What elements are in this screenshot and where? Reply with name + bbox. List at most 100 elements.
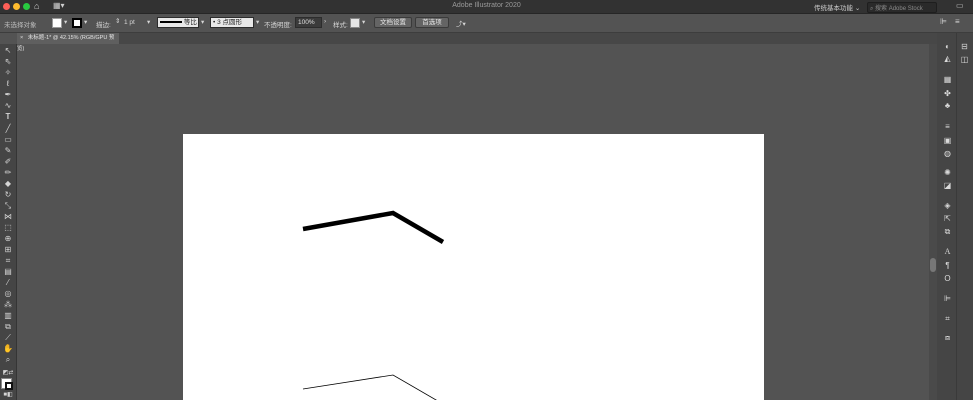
pathfinder-icon[interactable]: ⧈ — [942, 333, 953, 343]
transform-icon[interactable]: ⌗ — [942, 314, 953, 324]
default-colors-icon[interactable]: ◩⇄ — [2, 368, 14, 378]
chevron-down-icon[interactable]: ▾ — [362, 18, 365, 26]
title-bar: ⌂ ▦▾ Adobe Illustrator 2020 传统基本功能 ⌄ ⌕ 搜… — [0, 0, 973, 14]
pencil-icon[interactable]: ✏ — [2, 168, 14, 178]
chevron-down-icon[interactable]: ▾ — [256, 18, 259, 26]
opacity-label[interactable]: 不透明度: — [264, 19, 292, 29]
shape-builder-icon[interactable]: ⊕ — [2, 234, 14, 244]
brush-dot-icon: • — [213, 19, 216, 26]
workspace-label: 传统基本功能 — [814, 5, 853, 12]
graphic-styles-icon[interactable]: ◪ — [942, 181, 953, 191]
artboard-icon[interactable]: ⧉ — [2, 322, 14, 332]
panel-dock: ◐ ◭ ▦ ✤ ♣ ≡ ▣ ◍ ✺ ◪ ◈ ⇱ ⧉ A ¶ O ⊫ ⌗ ⧈ ⊟ … — [937, 33, 973, 400]
control-menu-icon[interactable]: ≡ — [955, 17, 960, 26]
rotate-icon[interactable]: ↻ — [2, 190, 14, 200]
thick-stroke-path[interactable] — [302, 210, 445, 244]
thin-stroke-path[interactable] — [302, 374, 443, 400]
blend-icon[interactable]: ◎ — [2, 289, 14, 299]
tools-panel: ↖ ⇖ ✧ ℓ ✒ ∿ T ╱ ▭ ✎ ✐ ✏ ◆ ↻ ⤡ ⋈ ⬚ ⊕ ⊞ ⌗ … — [0, 44, 17, 400]
properties-icon[interactable]: ⊟ — [959, 42, 970, 52]
symbols-icon[interactable]: ♣ — [942, 101, 953, 111]
style-label: 样式: — [333, 22, 348, 29]
perspective-icon[interactable]: ⊞ — [2, 245, 14, 255]
character-icon[interactable]: A — [942, 247, 953, 257]
stroke-swatch[interactable] — [72, 18, 82, 28]
artwork-canvas — [302, 210, 445, 400]
lasso-icon[interactable]: ℓ — [2, 79, 14, 89]
opacity-field[interactable]: 100% — [295, 17, 322, 28]
selection-status: 未选择对象 — [4, 22, 37, 29]
artboard[interactable] — [183, 134, 764, 400]
variable-width-profile[interactable]: 等比 — [157, 17, 199, 28]
document-tab-bar: × 未标题-1* @ 42.15% (RGB/GPU 预览) — [17, 33, 937, 52]
stock-search-input[interactable]: ⌕ 搜索 Adobe Stock — [867, 2, 937, 13]
minimize-panel-icon[interactable]: ▭ — [956, 1, 964, 10]
profile-label: 等比 — [183, 19, 197, 26]
shaper-icon[interactable]: ✐ — [2, 157, 14, 167]
document-tab[interactable]: × 未标题-1* @ 42.15% (RGB/GPU 预览) — [17, 33, 119, 52]
vertical-scrollbar[interactable] — [929, 44, 937, 400]
libraries-icon[interactable]: ◫ — [959, 55, 970, 65]
opentype-icon[interactable]: O — [942, 274, 953, 284]
line-icon[interactable]: ╱ — [2, 124, 14, 134]
gradient-icon[interactable]: ▤ — [2, 267, 14, 277]
close-icon[interactable]: × — [17, 35, 26, 41]
paragraph-icon[interactable]: ¶ — [942, 261, 953, 271]
selection-icon[interactable]: ↖ — [2, 46, 14, 56]
eraser-icon[interactable]: ◆ — [2, 179, 14, 189]
workspace-switcher[interactable]: 传统基本功能 ⌄ — [814, 2, 860, 12]
scrollbar-thumb[interactable] — [930, 258, 936, 272]
curvature-icon[interactable]: ∿ — [2, 101, 14, 111]
chevron-down-icon[interactable]: ▾ — [201, 18, 204, 26]
preferences-button[interactable]: 首选项 — [415, 17, 449, 28]
slice-icon[interactable]: ⟋ — [2, 333, 14, 343]
chevron-right-icon[interactable]: › — [324, 18, 326, 25]
appearance-icon[interactable]: ✺ — [942, 168, 953, 178]
arrange-icon[interactable]: ⤴▾ — [456, 18, 466, 28]
magic-wand-icon[interactable]: ✧ — [2, 68, 14, 78]
eyedropper-icon[interactable]: ⁄ — [2, 278, 14, 288]
control-bar: 未选择对象 ▾ ▾ 描边: ⇕ 1 pt ▾ 等比 ▾ • 3 点圆形 ▾ 不透… — [0, 14, 973, 33]
search-icon: ⌕ — [870, 6, 874, 12]
align-icon[interactable]: ⊫ — [942, 294, 953, 304]
direct-selection-icon[interactable]: ⇖ — [2, 57, 14, 67]
document-setup-button[interactable]: 文档设置 — [374, 17, 412, 28]
chevron-down-icon[interactable]: ▾ — [64, 18, 67, 26]
transparency-icon[interactable]: ◍ — [942, 149, 953, 159]
stroke-line-icon — [160, 21, 182, 24]
stroke-icon[interactable]: ≡ — [942, 122, 953, 132]
free-transform-icon[interactable]: ⬚ — [2, 223, 14, 233]
symbol-sprayer-icon[interactable]: ⁂ — [2, 300, 14, 310]
align-panel-icon[interactable]: ⊫ — [940, 17, 947, 26]
stroke-label[interactable]: 描边: — [96, 19, 111, 29]
chevron-down-icon[interactable]: ▾ — [84, 18, 87, 26]
asset-export-icon[interactable]: ⇱ — [942, 214, 953, 224]
zoom-icon[interactable]: ⌕ — [2, 355, 14, 365]
brush-definition[interactable]: • 3 点圆形 — [210, 17, 254, 28]
width-icon[interactable]: ⋈ — [2, 212, 14, 222]
paintbrush-icon[interactable]: ✎ — [2, 146, 14, 156]
fill-swatch[interactable] — [52, 18, 62, 28]
type-icon[interactable]: T — [2, 112, 14, 122]
stroke-color-box[interactable] — [5, 382, 13, 390]
gradient-icon[interactable]: ▣ — [942, 136, 953, 146]
hand-icon[interactable]: ✋ — [2, 344, 14, 354]
swatches-icon[interactable]: ▦ — [942, 75, 953, 85]
chevron-down-icon[interactable]: ▾ — [147, 18, 150, 26]
graphic-style-swatch[interactable] — [350, 18, 360, 28]
chevron-down-icon: ⌄ — [854, 5, 861, 12]
scale-icon[interactable]: ⤡ — [2, 201, 14, 211]
column-graph-icon[interactable]: ▥ — [2, 311, 14, 321]
brush-label: 3 点圆形 — [217, 19, 243, 26]
color-mode-icon[interactable]: ■◧ — [2, 390, 14, 400]
mesh-icon[interactable]: ⌗ — [2, 256, 14, 266]
rectangle-icon[interactable]: ▭ — [2, 135, 14, 145]
layers-icon[interactable]: ◈ — [942, 201, 953, 211]
stroke-weight-field[interactable]: 1 pt — [124, 19, 135, 26]
stepper-icon[interactable]: ⇕ — [115, 17, 120, 25]
brushes-icon[interactable]: ✤ — [942, 89, 953, 99]
artboards-icon[interactable]: ⧉ — [942, 227, 953, 237]
pen-icon[interactable]: ✒ — [2, 90, 14, 100]
color-guide-icon[interactable]: ◭ — [942, 54, 953, 64]
color-icon[interactable]: ◐ — [942, 42, 953, 52]
